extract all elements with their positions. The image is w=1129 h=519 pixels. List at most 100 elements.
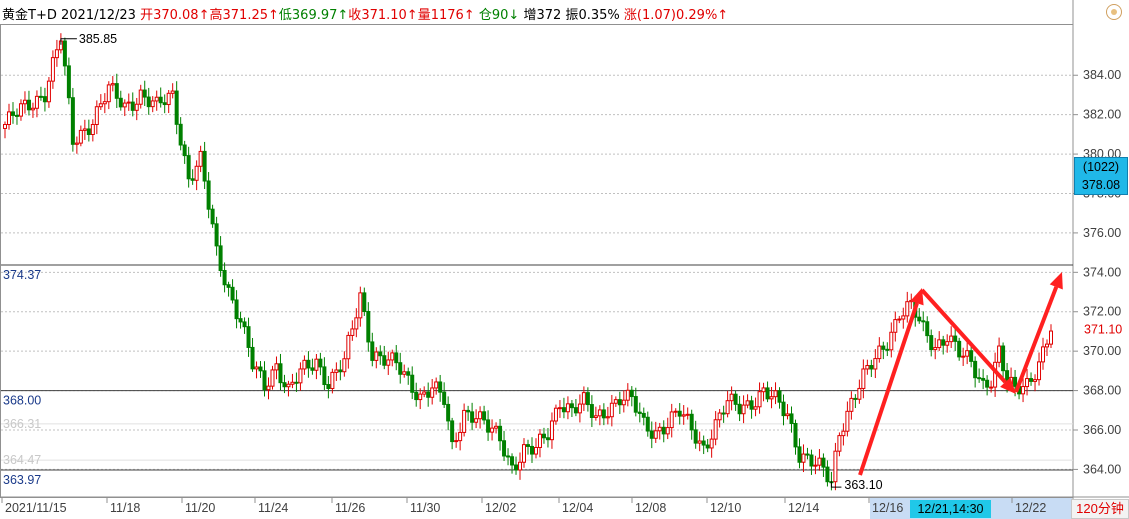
close-value: 371.10↑ (361, 8, 418, 23)
x-tick-label: 12/16 (872, 501, 903, 515)
x-tick-label: 12/04 (562, 501, 593, 515)
candle-body (326, 384, 331, 389)
candle-body (158, 96, 163, 104)
candle-body (853, 397, 858, 400)
candle-body (226, 284, 231, 288)
candle-body (134, 103, 139, 111)
candle-body (557, 407, 562, 410)
candle-body (490, 427, 495, 433)
candle-body (306, 359, 311, 369)
candle-body (1021, 386, 1026, 395)
candle-body (785, 413, 790, 417)
amplitude-value: 0.35% (578, 8, 620, 23)
kline-chart[interactable]: 364.00 366.00 368.00 370.00 372.00 374.00 376.… (0, 0, 1129, 519)
candle-body (721, 412, 726, 415)
level-label: 368.00 (3, 394, 41, 408)
candle-body (973, 360, 978, 379)
candle-body (617, 399, 622, 406)
candle-body (533, 446, 538, 455)
candle-body (537, 433, 542, 448)
candle-body (873, 358, 878, 370)
candle-body (466, 409, 471, 413)
candle-body (66, 65, 71, 99)
candle-body (545, 437, 550, 441)
candle-body (498, 425, 503, 442)
candle-body (697, 440, 702, 444)
candle-body (1045, 343, 1050, 348)
candle-body (821, 457, 826, 468)
candle-body (889, 331, 894, 351)
volume-label: 量 (417, 8, 431, 23)
candle-body (338, 369, 343, 373)
candle-body (1001, 345, 1006, 372)
candle-body (757, 391, 762, 408)
candle-body (1037, 361, 1042, 381)
candle-body (402, 371, 407, 375)
candle-body (893, 319, 898, 333)
candle-body (689, 413, 694, 431)
candle-body (877, 345, 882, 360)
candle-body (230, 286, 235, 301)
candle-body (789, 413, 794, 424)
trend-arrow-head (1049, 272, 1063, 290)
candle-body (90, 124, 95, 135)
candle-body (921, 320, 926, 323)
candle-body (669, 411, 674, 429)
trend-arrow-shaft (858, 302, 919, 476)
candle-body (977, 377, 982, 380)
candle-body (518, 461, 523, 471)
candle-body (1029, 378, 1034, 382)
candle-body (106, 84, 111, 103)
candle-body (34, 95, 39, 109)
candle-body (442, 391, 447, 405)
amplitude-label: 振 (565, 8, 579, 23)
candle-body (290, 381, 295, 385)
settings-icon[interactable] (1106, 4, 1122, 20)
candle-body (206, 180, 211, 210)
y-tick-label: 364.00 (1083, 462, 1121, 476)
candle-body (110, 83, 115, 86)
candle-body (378, 351, 383, 357)
candle-body (478, 411, 483, 420)
candle-body (1025, 378, 1030, 388)
candle-body (198, 150, 203, 167)
candle-body (10, 111, 15, 116)
candle-body (458, 431, 463, 442)
candle-body (254, 366, 259, 370)
low-value: 369.97↑ (291, 8, 349, 23)
level-label: 374.37 (3, 268, 41, 282)
candle-body (150, 100, 155, 108)
candle-body (454, 440, 459, 443)
period-selector[interactable]: 120分钟 (1071, 499, 1129, 519)
candle-body (322, 366, 327, 386)
candle-body (809, 454, 814, 467)
candle-body (1041, 346, 1046, 363)
candle-body (685, 413, 690, 416)
candle-body (46, 80, 51, 103)
candle-body (657, 426, 662, 432)
candle-body (637, 411, 642, 414)
candle-body (593, 415, 598, 418)
candle-body (74, 142, 79, 145)
candle-body (561, 407, 566, 413)
candle-body (725, 400, 730, 415)
candle-body (278, 363, 283, 384)
y-tick-label: 374.00 (1083, 265, 1121, 279)
candle-body (366, 310, 371, 343)
candle-body (577, 403, 582, 414)
candle-body (529, 445, 534, 455)
candle-body (374, 351, 379, 361)
candle-body (765, 387, 770, 400)
candle-body (354, 317, 359, 330)
open-interest-label: 仓 (478, 8, 492, 23)
candle-body (122, 102, 127, 108)
candle-body (713, 419, 718, 440)
candle-body (941, 339, 946, 346)
candle-body (733, 393, 738, 405)
candle-body (881, 345, 886, 350)
candle-body (334, 369, 339, 373)
candle-body (98, 103, 103, 108)
candle-body (182, 144, 187, 157)
quote-header: 黄金T+D 2021/12/23 开370.08↑高371.25↑低369.97… (2, 4, 728, 23)
candle-body (142, 89, 147, 98)
